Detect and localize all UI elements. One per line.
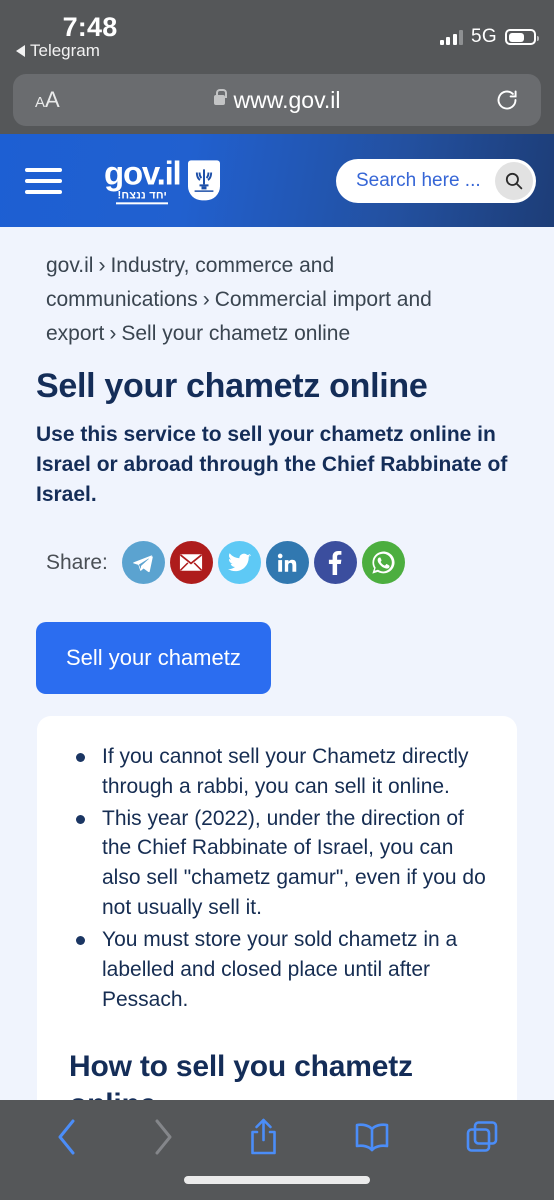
twitter-icon[interactable]	[217, 541, 261, 585]
network-type-label: 5G	[471, 26, 497, 47]
address-field[interactable]: AA www.gov.il	[13, 74, 541, 126]
battery-icon	[505, 29, 539, 45]
logo-text: gov.il	[104, 153, 182, 191]
browser-bottom-toolbar	[0, 1100, 554, 1200]
list-item: If you cannot sell your Chametz directly…	[69, 742, 491, 802]
logo-subtext: יחד ננצח!	[116, 189, 169, 205]
logo-wordmark: gov.il יחד ננצח!	[104, 153, 182, 205]
telegram-icon[interactable]	[121, 541, 165, 585]
tabs-button[interactable]	[465, 1120, 499, 1154]
home-indicator	[184, 1176, 370, 1184]
site-search[interactable]: Search here ...	[336, 158, 536, 203]
bullet-list: If you cannot sell your Chametz directly…	[69, 742, 491, 1014]
linkedin-icon[interactable]	[265, 541, 309, 585]
toolbar-icon-row	[0, 1114, 554, 1160]
site-logo[interactable]: gov.il יחד ננצח!	[104, 153, 220, 205]
sell-chametz-button[interactable]: Sell your chametz	[36, 622, 271, 695]
phone-screen: 7:48 Telegram 5G AA www.gov.il gov.il יח…	[0, 0, 554, 1200]
address-center-group: www.gov.il	[13, 87, 541, 114]
list-item: You must store your sold chametz in a la…	[69, 925, 491, 1014]
breadcrumb-item-0[interactable]: gov.il	[46, 254, 93, 277]
ios-status-bar: 7:48 Telegram 5G	[0, 0, 554, 68]
search-icon[interactable]	[495, 161, 533, 200]
back-button[interactable]	[55, 1118, 78, 1156]
lock-icon	[213, 89, 227, 105]
forward-button[interactable]	[152, 1118, 175, 1156]
info-card: If you cannot sell your Chametz directly…	[37, 716, 517, 1100]
breadcrumb-separator: ›	[98, 254, 106, 277]
cellular-signal-icon	[439, 29, 464, 45]
share-button[interactable]	[248, 1117, 279, 1157]
back-to-app-link[interactable]: Telegram	[16, 41, 100, 61]
page-content: gov.il › Industry, commerce and communicat…	[0, 227, 554, 1100]
hamburger-menu-icon[interactable]	[25, 167, 62, 194]
section-heading: How to sell you chametz online	[69, 1050, 413, 1100]
status-bar-clock: 7:48	[62, 12, 118, 42]
whatsapp-icon[interactable]	[361, 541, 405, 585]
share-row: Share:	[46, 541, 554, 585]
url-text: www.gov.il	[233, 86, 341, 113]
email-icon[interactable]	[169, 541, 213, 585]
site-header: gov.il יחד ננצח! Search here ...	[0, 134, 554, 227]
share-label: Share:	[46, 550, 108, 574]
browser-address-bar: AA www.gov.il	[0, 68, 554, 134]
breadcrumb-separator: ›	[109, 322, 117, 346]
status-bar-indicators: 5G	[439, 26, 539, 48]
breadcrumb-separator: ›	[202, 288, 210, 312]
israel-emblem-icon	[187, 160, 220, 201]
page-description: Use this service to sell your chametz on…	[36, 423, 508, 506]
triangle-left-icon	[16, 45, 25, 57]
page-title: Sell your chametz online	[36, 367, 428, 406]
facebook-icon[interactable]	[313, 541, 357, 585]
list-item: This year (2022), under the direction of…	[69, 804, 491, 923]
breadcrumb-item-3: Sell your chametz online	[121, 322, 351, 346]
breadcrumb: gov.il › Industry, commerce and communicat…	[46, 249, 524, 351]
reload-icon[interactable]	[495, 88, 519, 112]
search-input[interactable]: Search here ...	[356, 170, 495, 192]
bookmarks-button[interactable]	[353, 1121, 391, 1153]
back-to-app-label: Telegram	[30, 41, 100, 60]
